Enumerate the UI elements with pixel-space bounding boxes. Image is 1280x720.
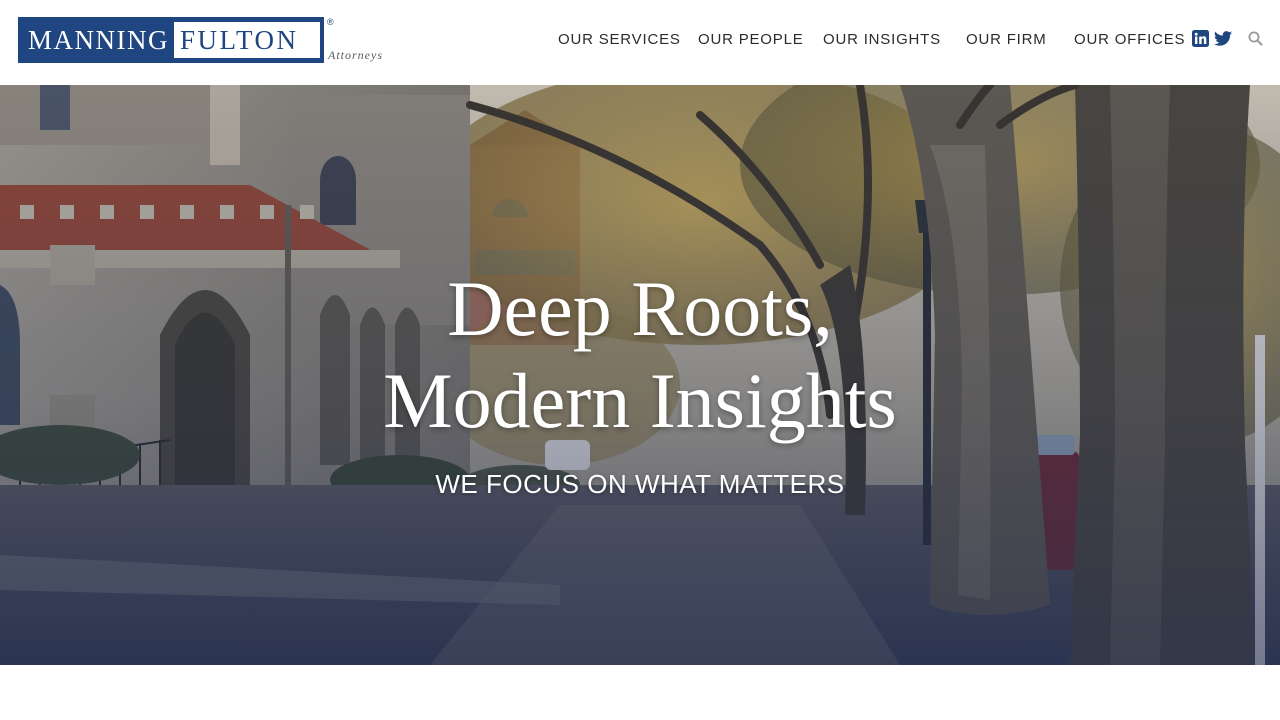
nav-item-our-services[interactable]: OUR SERVICES [558,31,681,48]
hero-banner: Deep Roots, Modern Insights WE FOCUS ON … [0,85,1280,665]
search-icon[interactable] [1248,31,1263,46]
page-below-hero [0,665,1280,720]
hero-subtitle: WE FOCUS ON WHAT MATTERS [435,469,845,499]
main-nav: OUR SERVICES OUR PEOPLE OUR INSIGHTS OUR… [0,31,1280,51]
twitter-icon[interactable] [1214,30,1232,47]
site-header: MANNING FULTON ® Attorneys OUR SERVICES … [0,0,1280,85]
registered-mark: ® [327,17,334,27]
nav-item-our-firm[interactable]: OUR FIRM [966,31,1047,48]
nav-item-our-people[interactable]: OUR PEOPLE [698,31,804,48]
nav-item-our-offices[interactable]: OUR OFFICES [1074,31,1185,48]
hero-headline: Deep Roots, Modern Insights [0,263,1280,447]
linkedin-icon[interactable] [1192,30,1209,47]
hero-headline-line1: Deep Roots, [447,265,833,352]
nav-item-our-insights[interactable]: OUR INSIGHTS [823,31,941,48]
hero-headline-line2: Modern Insights [383,357,897,444]
